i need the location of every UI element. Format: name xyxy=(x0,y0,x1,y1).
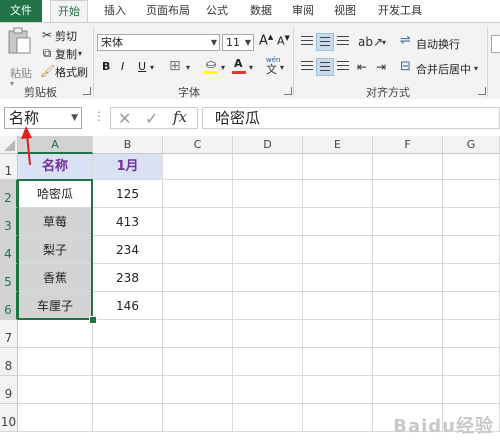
annotation-arrow xyxy=(21,126,32,166)
watermark: Baidu经验 xyxy=(393,416,494,437)
arrow-head xyxy=(21,126,32,139)
arrow-shaft xyxy=(26,133,31,166)
